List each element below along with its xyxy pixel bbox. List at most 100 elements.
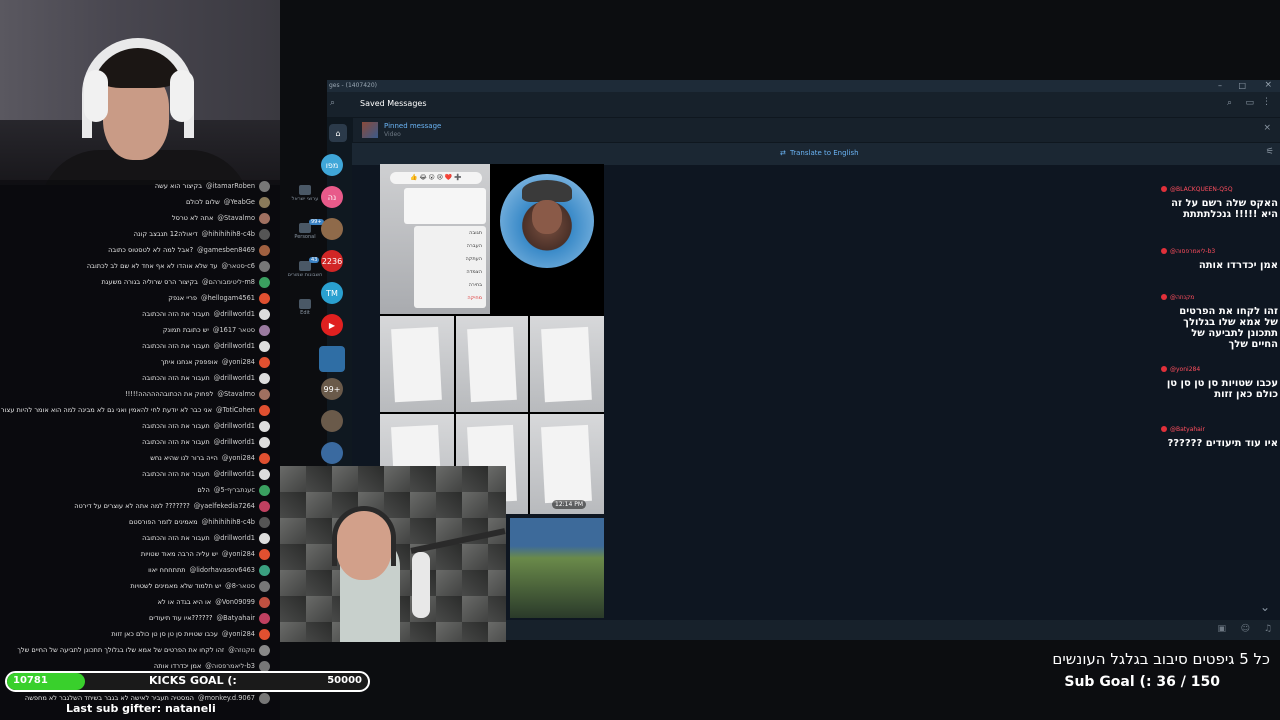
translate-settings-icon[interactable]: ⚟ [1266,147,1274,157]
video-message[interactable] [510,518,604,618]
story-text-bubble [404,188,486,224]
media-album[interactable]: 👍 😂 😮 😢 ❤️ ➕ תגובה העברה העתקה הצמדה בחירה מח… [380,164,604,514]
close-pinned-icon[interactable]: × [1263,123,1271,133]
chat-username[interactable]: @סטאר-c6 [222,262,255,270]
chat-username[interactable]: @hihihihih8-c4b [202,518,255,526]
context-menu: תגובה העברה העתקה הצמדה בחירה מחיקה [414,226,486,308]
minimize-icon[interactable]: – [1218,81,1222,90]
chat-message-text: אבל למה לא לטסטוס כתובה? [108,246,194,254]
search-icon[interactable]: ⌕ [330,98,335,108]
chat-avatar [259,420,270,432]
chat-message-text: תעבור את הזה והכתובה [142,534,210,542]
chat-list-avatar[interactable]: נה [321,186,343,208]
chat-username[interactable]: @drillworld1 [214,374,255,382]
chat-message: תעבור את הזה והכתובה @drillworld1 [142,338,270,354]
close-icon[interactable]: × [1264,80,1272,90]
document-photo-2[interactable] [456,316,528,412]
acoustic-foam [488,596,506,624]
chat-username[interactable]: @מקנוזה [228,646,255,654]
chat-message-text: דיאולה12 תנבצב קונה [133,230,198,238]
chat-list-avatar[interactable]: מפו [321,154,343,176]
header-search-icon[interactable]: ⌕ [1227,98,1232,108]
chat-username[interactable]: @Von09099 [215,598,255,606]
chat-username[interactable]: @yoni284 [222,550,255,558]
chat-username[interactable]: @drillworld1 [214,438,255,446]
chat-username[interactable]: @gamesben8469 [197,246,255,254]
chat-username[interactable]: @ליאמרפסוה-b3 [205,662,255,670]
document-photo-6[interactable] [530,414,604,514]
acoustic-foam [306,596,334,624]
acoustic-foam [384,466,412,494]
acoustic-foam [358,466,386,494]
chat-message-text: תעבור את הזה והכתובה [142,374,210,382]
round-video-message[interactable] [500,174,594,268]
story-screenshot[interactable]: 👍 😂 😮 😢 ❤️ ➕ תגובה העברה העתקה הצמדה בחירה מח… [380,164,490,314]
chat-message-text: אני כבר לא יודעת לחי להאמין ואני גם לא מ… [0,406,212,414]
pinned-message-bar[interactable]: Pinned message Video × [327,118,1280,143]
chat-username[interactable]: @YeabGe [224,198,255,206]
chat-list-avatar[interactable]: 99+ [321,378,343,400]
chat-avatar [259,388,270,400]
chat-message: תעבור את הזה והכתובה @drillworld1 [142,370,270,386]
chat-username[interactable]: @drillworld1 [214,422,255,430]
folder-item[interactable]: ערוצי ישראל [285,185,325,202]
more-icon[interactable]: ⋮ [1262,97,1271,107]
chat-title: Saved Messages [360,99,427,108]
document-photo-3[interactable] [530,316,604,412]
chat-username[interactable]: @TotiCohen [216,406,255,414]
chat-username[interactable]: @yaelfekedia7264 [194,502,255,510]
pinned-label: Pinned message [384,122,442,130]
document-photo-1[interactable] [380,316,454,412]
chat-list-avatar[interactable] [321,410,343,432]
chat-avatar [259,532,270,544]
chat-username[interactable]: @drillworld1 [214,310,255,318]
acoustic-foam [280,622,308,642]
context-menu-item: בחירה [468,282,482,288]
chat-username[interactable]: @monkey.d.9067 [198,694,255,702]
chat-list-avatar[interactable]: 2236 [321,250,343,272]
chat-username[interactable]: @ענתבריף-5c [214,486,255,494]
folder-item[interactable]: Edit [285,299,325,316]
chat-username[interactable]: @hihihihih8-c4b [202,230,255,238]
chat-username[interactable]: @סטאר 1617 [213,326,255,334]
microphone-icon[interactable]: ♫ [1264,624,1272,634]
chat-username[interactable]: @itamarRoben [206,182,255,190]
bot-commands-icon[interactable]: ▣ [1217,624,1226,634]
translate-bar[interactable]: ⇄ Translate to English ⚟ [352,143,1280,165]
chat-username[interactable]: @drillworld1 [214,342,255,350]
chat-username[interactable]: @ליטימבורהם-m8 [202,278,255,286]
maximize-icon[interactable]: □ [1238,81,1246,90]
scroll-down-icon[interactable]: ⌄ [1260,600,1270,614]
chat-list-avatar[interactable] [319,346,345,372]
chat-message-text: בקיצור הרס שרוליה בגורה משעגת [101,278,198,286]
sidebar-toggle-icon[interactable]: ▭ [1245,98,1254,108]
chat-list-avatar[interactable]: ▶ [321,314,343,336]
acoustic-foam [306,622,334,642]
chat-message-text: תעבור את הזה והכתובה [142,310,210,318]
chat-username[interactable]: @drillworld1 [214,534,255,542]
chat-list-avatar[interactable]: TM [321,282,343,304]
chat-username[interactable]: @סטאר-8 [225,582,255,590]
chat-avatar [259,324,270,336]
chat-username[interactable]: @hellogam4561 [201,294,255,302]
chat-username[interactable]: @Stavalmo [217,214,255,222]
folder-item[interactable]: חשבונות שמורים 43 [285,257,325,278]
chat-username[interactable]: @yoni284 [222,358,255,366]
emoji-icon[interactable]: ☺ [1241,624,1250,634]
chat-username[interactable]: @yoni284 [222,454,255,462]
chat-username[interactable]: @Stavalmo [217,390,255,398]
chat-username[interactable]: @Batyahair [217,614,255,622]
chat-avatar [259,628,270,640]
chat-username[interactable]: @drillworld1 [214,470,255,478]
folder-item[interactable]: Personal 99+ [285,219,325,240]
chat-list-avatar[interactable] [321,218,343,240]
chat-message-text: יש תלמוד שלא מאמינים לשטויות [130,582,222,590]
acoustic-foam [410,466,438,494]
chat-list-avatar[interactable] [321,442,343,464]
chat-message-text: תעבור את הזה והכתובה [142,470,210,478]
overlay-user-dot [1161,294,1167,300]
saved-folder-icon[interactable]: ⌂ [329,124,347,142]
kicks-goal-bar: 10781 KICKS GOAL (: 50000 [5,671,370,692]
chat-username[interactable]: @yoni284 [222,630,255,638]
chat-username[interactable]: @lidorhavasov6463 [190,566,255,574]
